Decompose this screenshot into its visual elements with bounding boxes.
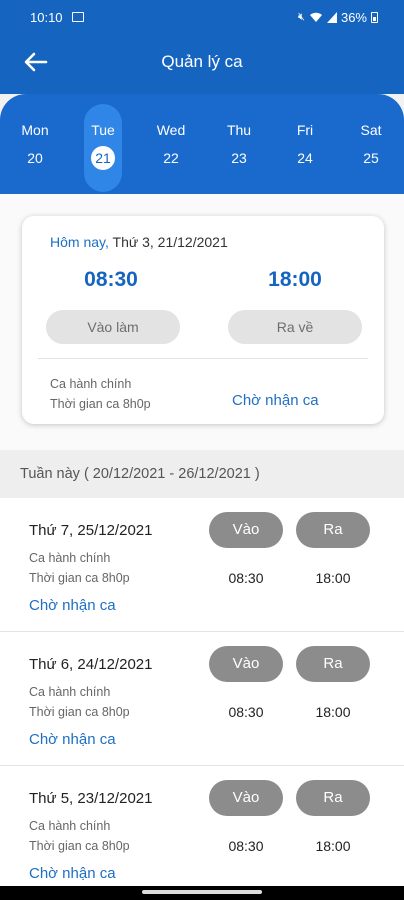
signal-icon xyxy=(326,12,337,23)
day-date: 23 xyxy=(231,150,247,166)
shift-list: Thứ 7, 25/12/2021 Ca hành chính Thời gia… xyxy=(0,498,404,886)
shift-date: Thứ 7, 25/12/2021 xyxy=(29,522,153,539)
shift-info: Ca hành chính Thời gian ca 8h0p xyxy=(29,816,130,856)
shift-status[interactable]: Chờ nhận ca xyxy=(29,865,116,882)
start-time: 08:30 xyxy=(84,268,138,291)
out-time: 18:00 xyxy=(315,570,351,586)
shift-info: Ca hành chính Thời gian ca 8h0p xyxy=(29,548,130,588)
check-in-button[interactable]: Vào làm xyxy=(46,310,180,344)
shift-info: Ca hành chính Thời gian ca 8h0p xyxy=(29,682,130,722)
day-name: Tue xyxy=(91,122,115,138)
page-title: Quản lý ca xyxy=(161,52,243,71)
shift-name: Ca hành chính xyxy=(29,551,111,565)
today-section: Hôm nay, Thứ 3, 21/12/2021 08:30 18:00 V… xyxy=(0,194,404,450)
status-icons: 🔇︎ 36% xyxy=(298,10,378,25)
day-date: 22 xyxy=(163,150,179,166)
day-name: Thu xyxy=(226,122,252,138)
shift-duration: Thời gian ca 8h0p xyxy=(29,705,130,719)
shift-name: Ca hành chính xyxy=(29,819,111,833)
in-time: 08:30 xyxy=(228,570,264,586)
day-wed[interactable]: Wed 22 xyxy=(146,122,196,166)
week-selector: Mon 20 Tue 21 Wed 22 Thu 23 Fri 24 Sat 2… xyxy=(0,94,404,194)
out-time: 18:00 xyxy=(315,704,351,720)
mute-icon: 🔇︎ xyxy=(298,11,305,23)
shift-duration: Thời gian ca 8h0p xyxy=(29,571,130,585)
end-time: 18:00 xyxy=(268,268,322,291)
check-out-button[interactable]: Ra xyxy=(296,512,370,548)
check-in-button[interactable]: Vào xyxy=(209,646,283,682)
day-name: Mon xyxy=(21,122,49,138)
divider xyxy=(38,358,368,359)
section-title: Tuần này ( 20/12/2021 - 26/12/2021 ) xyxy=(20,466,260,482)
day-sat[interactable]: Sat 25 xyxy=(346,122,396,166)
check-in-button[interactable]: Vào xyxy=(209,512,283,548)
day-date: 25 xyxy=(363,150,379,166)
image-notification-icon xyxy=(72,12,84,22)
battery-percent: 36% xyxy=(340,10,367,25)
home-handle[interactable] xyxy=(142,890,262,894)
shift-row[interactable]: Thứ 7, 25/12/2021 Ca hành chính Thời gia… xyxy=(0,498,404,632)
day-date: 24 xyxy=(297,150,313,166)
shift-duration: Thời gian ca 8h0p xyxy=(29,839,130,853)
today-shift-card: Hôm nay, Thứ 3, 21/12/2021 08:30 18:00 V… xyxy=(22,216,384,424)
shift-duration: Thời gian ca 8h0p xyxy=(50,397,151,411)
today-date-text: Thứ 3, 21/12/2021 xyxy=(108,234,228,250)
today-date: Hôm nay, Thứ 3, 21/12/2021 xyxy=(50,234,228,250)
status-time: 10:10 xyxy=(30,10,63,25)
check-in-button[interactable]: Vào xyxy=(209,780,283,816)
wifi-icon xyxy=(309,12,322,22)
shift-status[interactable]: Chờ nhận ca xyxy=(29,597,116,614)
shift-date: Thứ 6, 24/12/2021 xyxy=(29,656,153,673)
app-bar: Quản lý ca xyxy=(0,34,404,94)
day-fri[interactable]: Fri 24 xyxy=(280,122,330,166)
shift-row[interactable]: Thứ 6, 24/12/2021 Ca hành chính Thời gia… xyxy=(0,632,404,766)
out-time: 18:00 xyxy=(315,838,351,854)
shift-name: Ca hành chính xyxy=(50,377,132,391)
today-label: Hôm nay, xyxy=(50,234,109,250)
shift-status[interactable]: Chờ nhận ca xyxy=(232,392,319,409)
in-time: 08:30 xyxy=(228,704,264,720)
shift-status[interactable]: Chờ nhận ca xyxy=(29,731,116,748)
check-out-button[interactable]: Ra xyxy=(296,780,370,816)
shift-name: Ca hành chính xyxy=(29,685,111,699)
day-date: 20 xyxy=(27,150,43,166)
check-out-button[interactable]: Ra về xyxy=(228,310,362,344)
shift-info: Ca hành chính Thời gian ca 8h0p xyxy=(50,374,151,414)
in-time: 08:30 xyxy=(228,838,264,854)
day-name: Wed xyxy=(156,122,186,138)
shift-date: Thứ 5, 23/12/2021 xyxy=(29,790,153,807)
system-nav-bar xyxy=(0,886,404,900)
day-name: Sat xyxy=(360,122,382,138)
shift-row[interactable]: Thứ 5, 23/12/2021 Ca hành chính Thời gia… xyxy=(0,766,404,886)
day-mon[interactable]: Mon 20 xyxy=(10,122,60,166)
check-out-button[interactable]: Ra xyxy=(296,646,370,682)
day-name: Fri xyxy=(296,122,314,138)
week-section-header: Tuần này ( 20/12/2021 - 26/12/2021 ) xyxy=(0,450,404,498)
day-thu[interactable]: Thu 23 xyxy=(214,122,264,166)
status-bar: 10:10 🔇︎ 36% xyxy=(0,0,404,34)
day-tue[interactable]: Tue 21 xyxy=(78,104,128,192)
day-date: 21 xyxy=(91,146,115,170)
battery-icon xyxy=(371,12,378,23)
